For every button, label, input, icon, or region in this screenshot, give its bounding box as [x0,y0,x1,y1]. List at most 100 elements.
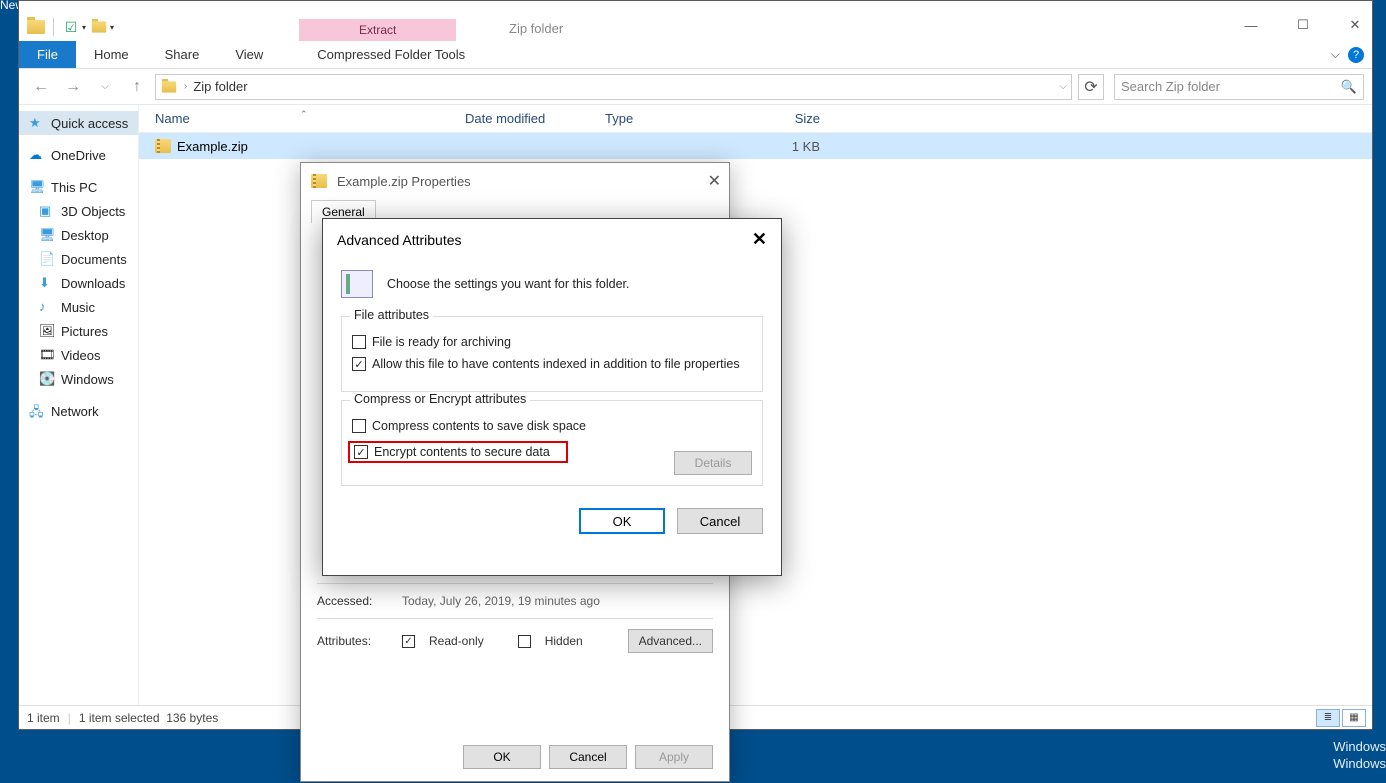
nav-windows[interactable]: 💽Windows [19,367,138,391]
file-attributes-group: File attributes File is ready for archiv… [341,316,763,392]
column-name[interactable]: Name⌃ [145,111,455,126]
status-bytes: 136 bytes [166,711,218,725]
ribbon-tabs: File Home Share View Compressed Folder T… [19,41,1372,69]
advanced-button[interactable]: Advanced... [628,629,713,653]
quick-access-toolbar: ☑ ▾ ▾ [19,13,1372,41]
nav-label: Quick access [51,116,128,131]
table-row[interactable]: Example.zip 1 KB [139,133,1372,159]
nav-music[interactable]: ♪Music [19,295,138,319]
archive-checkbox-row[interactable]: File is ready for archiving [352,335,752,349]
titlebar[interactable] [19,1,1372,13]
advanced-titlebar[interactable]: Advanced Attributes ✕ [323,219,781,260]
checkbox[interactable] [352,419,366,433]
hidden-checkbox[interactable] [518,635,531,648]
nav-3d-objects[interactable]: ▣3D Objects [19,199,138,223]
encrypt-checkbox-row[interactable]: ✓ Encrypt contents to secure data [348,441,568,463]
checkbox[interactable] [352,335,366,349]
tab-share[interactable]: Share [147,41,218,68]
recent-locations-icon[interactable]: ⌵ [91,73,119,101]
tab-view[interactable]: View [217,41,281,68]
column-date[interactable]: Date modified [455,111,595,126]
cancel-button[interactable]: Cancel [549,745,627,769]
cell-name: Example.zip [145,139,455,154]
nav-label: Desktop [61,228,109,243]
tab-home[interactable]: Home [76,41,147,68]
up-button[interactable]: ↑ [123,73,151,101]
details-button[interactable]: Details [674,451,752,475]
nav-desktop[interactable]: 🖥Desktop [19,223,138,247]
group-label: Compress or Encrypt attributes [350,392,530,406]
forward-button[interactable]: → [59,73,87,101]
view-details-button[interactable]: ≣ [1316,709,1340,727]
navigation-bar: ← → ⌵ ↑ › Zip folder ⌵ ⟳ Search Zip fold… [19,69,1372,105]
folder-icon [162,81,176,92]
nav-this-pc[interactable]: 🖥This PC [19,175,138,199]
nav-videos[interactable]: 🎞Videos [19,343,138,367]
close-button[interactable]: ✕ [1342,15,1368,35]
chevron-right-icon[interactable]: › [184,81,187,92]
nav-label: Videos [61,348,101,363]
properties-title: Example.zip Properties [337,174,471,189]
contextual-tab-strip: Extract [299,13,456,41]
navigation-pane: ★Quick access ☁OneDrive 🖥This PC ▣3D Obj… [19,105,139,705]
new-folder-icon[interactable] [89,17,109,37]
ribbon-expand-icon[interactable]: ⌵ [1331,47,1340,62]
cancel-button[interactable]: Cancel [677,508,763,534]
status-item-count: 1 item [27,711,60,725]
close-button[interactable]: ✕ [752,229,767,250]
nav-onedrive[interactable]: ☁OneDrive [19,143,138,167]
window-controls: — ☐ ✕ [1238,15,1368,35]
nav-downloads[interactable]: ⬇Downloads [19,271,138,295]
accessed-value: Today, July 26, 2019, 19 minutes ago [402,594,600,608]
refresh-button[interactable]: ⟳ [1078,74,1104,100]
tab-file[interactable]: File [19,41,76,68]
nav-label: Windows [61,372,114,387]
group-label: File attributes [350,308,433,322]
qat-customize-icon[interactable]: ▾ [110,23,114,32]
breadcrumb[interactable]: Zip folder [193,79,247,94]
ok-button[interactable]: OK [579,508,665,534]
maximize-button[interactable]: ☐ [1290,15,1316,35]
back-button[interactable]: ← [27,73,55,101]
address-dropdown-icon[interactable]: ⌵ [1059,81,1067,92]
apply-button[interactable]: Apply [635,745,713,769]
column-type[interactable]: Type [595,111,745,126]
nav-label: Documents [61,252,127,267]
nav-documents[interactable]: 📄Documents [19,247,138,271]
compress-label: Compress contents to save disk space [372,419,586,433]
close-button[interactable]: ✕ [708,171,721,191]
properties-titlebar[interactable]: Example.zip Properties ✕ [301,163,729,199]
nav-label: Network [51,404,99,419]
search-placeholder: Search Zip folder [1121,79,1220,94]
checkbox[interactable]: ✓ [352,357,366,371]
nav-label: Music [61,300,95,315]
compress-checkbox-row[interactable]: Compress contents to save disk space [352,419,752,433]
column-size[interactable]: Size [745,111,830,126]
accessed-label: Accessed: [317,594,392,608]
checkbox[interactable]: ✓ [354,445,368,459]
search-icon[interactable]: 🔍 [1341,79,1357,95]
view-large-icons-button[interactable]: ▦ [1342,709,1366,727]
properties-icon[interactable]: ☑ [61,17,81,37]
file-name: Example.zip [177,139,248,154]
nav-label: 3D Objects [61,204,125,219]
folder-icon [26,17,46,37]
nav-label: Downloads [61,276,125,291]
help-icon[interactable]: ? [1348,47,1364,63]
advanced-attributes-dialog: Advanced Attributes ✕ Choose the setting… [322,218,782,576]
tab-compressed-folder-tools[interactable]: Compressed Folder Tools [305,47,477,62]
watermark-line: Windows [1333,756,1386,773]
address-bar[interactable]: › Zip folder ⌵ [155,74,1072,100]
ok-button[interactable]: OK [463,745,541,769]
minimize-button[interactable]: — [1238,15,1264,35]
app-title: Zip folder [509,21,563,36]
index-label: Allow this file to have contents indexed… [372,357,740,371]
search-input[interactable]: Search Zip folder 🔍 [1114,74,1364,100]
contextual-tab-extract[interactable]: Extract [299,19,456,41]
nav-pictures[interactable]: 🖼Pictures [19,319,138,343]
index-checkbox-row[interactable]: ✓ Allow this file to have contents index… [352,357,752,371]
readonly-checkbox[interactable]: ✓ [402,635,415,648]
nav-network[interactable]: 🖧Network [19,399,138,423]
nav-quick-access[interactable]: ★Quick access [19,111,138,135]
chevron-down-icon[interactable]: ▾ [82,23,86,32]
